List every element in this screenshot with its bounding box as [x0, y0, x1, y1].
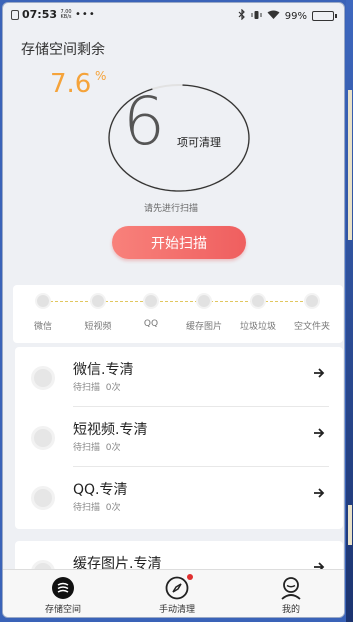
list-item-wechat[interactable]: 微信.专清 待扫描 0次: [15, 347, 343, 407]
select-radio[interactable]: [31, 426, 55, 450]
arrow-right-icon[interactable]: [313, 427, 325, 443]
compass-icon: [165, 574, 193, 600]
cleanable-label: 项可清理: [177, 136, 221, 149]
storage-percent: 7.6: [50, 69, 92, 99]
item-title: 短视频.专清: [73, 422, 148, 438]
window-edge-mark: [348, 505, 352, 545]
status-dots: •••: [75, 9, 96, 20]
tab-label: 我的: [281, 605, 300, 615]
item-count: 0次: [105, 383, 121, 393]
start-scan-button[interactable]: 开始扫描: [112, 226, 246, 259]
status-time: 07:53: [22, 8, 58, 21]
item-title: QQ.专清: [73, 482, 128, 498]
step-dot: [90, 293, 106, 309]
arrow-right-icon[interactable]: [313, 487, 325, 503]
item-status: 待扫描 0次: [73, 380, 120, 393]
status-bar: 07:53 7.00 KB/s ••• 99%: [3, 3, 344, 29]
net-speed-unit: KB/s: [60, 13, 72, 20]
net-speed: 7.00 KB/s: [60, 9, 72, 20]
step-cache-images: 缓存图片: [176, 293, 232, 332]
item-status-text: 待扫描: [73, 383, 101, 393]
step-label: 短视频: [84, 322, 112, 332]
item-title: 微信.专清: [73, 362, 134, 378]
scan-hint: 请先进行扫描: [144, 204, 199, 214]
storage-percent-sign: %: [95, 69, 107, 83]
list-item-short-video[interactable]: 短视频.专清 待扫描 0次: [15, 407, 343, 467]
select-radio[interactable]: [31, 486, 55, 510]
scan-steps: 微信 短视频 QQ 缓存图片 垃圾垃圾 空文件夹: [13, 285, 343, 343]
phone-icon: [11, 9, 19, 20]
bottom-tab-bar: 存储空间 手动清理 我的: [3, 569, 344, 617]
item-status-text: 待扫描: [73, 503, 101, 513]
item-count: 0次: [105, 503, 121, 513]
clean-list: 微信.专清 待扫描 0次 短视频.专清 待扫描 0次 QQ.专清 待扫描 0次: [15, 347, 343, 529]
step-dot: [196, 293, 212, 309]
tab-storage[interactable]: 存储空间: [28, 576, 98, 615]
step-label: 微信: [33, 322, 52, 332]
vibrate-icon: [251, 10, 262, 23]
profile-icon: [279, 576, 303, 600]
step-wechat: 微信: [15, 293, 71, 332]
step-dot: [250, 293, 266, 309]
tab-manual-clean[interactable]: 手动清理: [142, 574, 212, 615]
step-qq: QQ: [123, 293, 179, 329]
item-status-text: 待扫描: [73, 443, 101, 453]
notification-dot: [187, 574, 193, 580]
step-junk: 垃圾垃圾: [230, 293, 286, 332]
step-dot: [35, 293, 51, 309]
step-dot: [304, 293, 320, 309]
battery-percent: 99%: [284, 10, 307, 22]
step-label: 缓存图片: [185, 322, 222, 332]
item-status: 待扫描 0次: [73, 440, 120, 453]
step-label: 垃圾垃圾: [239, 322, 276, 332]
phone-screen: 07:53 7.00 KB/s ••• 99% 存储空间剩余 7.6 % 6 项…: [2, 2, 345, 618]
tab-profile[interactable]: 我的: [256, 576, 326, 615]
item-status: 待扫描 0次: [73, 500, 120, 513]
item-count: 0次: [105, 443, 121, 453]
list-item-qq[interactable]: QQ.专清 待扫描 0次: [15, 467, 343, 527]
wifi-icon: [267, 10, 280, 23]
arrow-right-icon[interactable]: [313, 367, 325, 383]
battery-icon: [312, 11, 337, 21]
bluetooth-icon: [238, 8, 246, 23]
step-label: QQ: [143, 319, 159, 329]
window-edge-mark: [348, 90, 352, 240]
step-dot: [143, 293, 159, 309]
tab-label: 手动清理: [158, 605, 195, 615]
step-label: 空文件夹: [293, 322, 330, 332]
storage-icon: [51, 576, 75, 600]
step-empty-folders: 空文件夹: [284, 293, 340, 332]
storage-title: 存储空间剩余: [21, 42, 105, 58]
tab-label: 存储空间: [44, 605, 81, 615]
cleanable-count: 6: [123, 83, 165, 160]
select-radio[interactable]: [31, 366, 55, 390]
step-short-video: 短视频: [70, 293, 126, 332]
